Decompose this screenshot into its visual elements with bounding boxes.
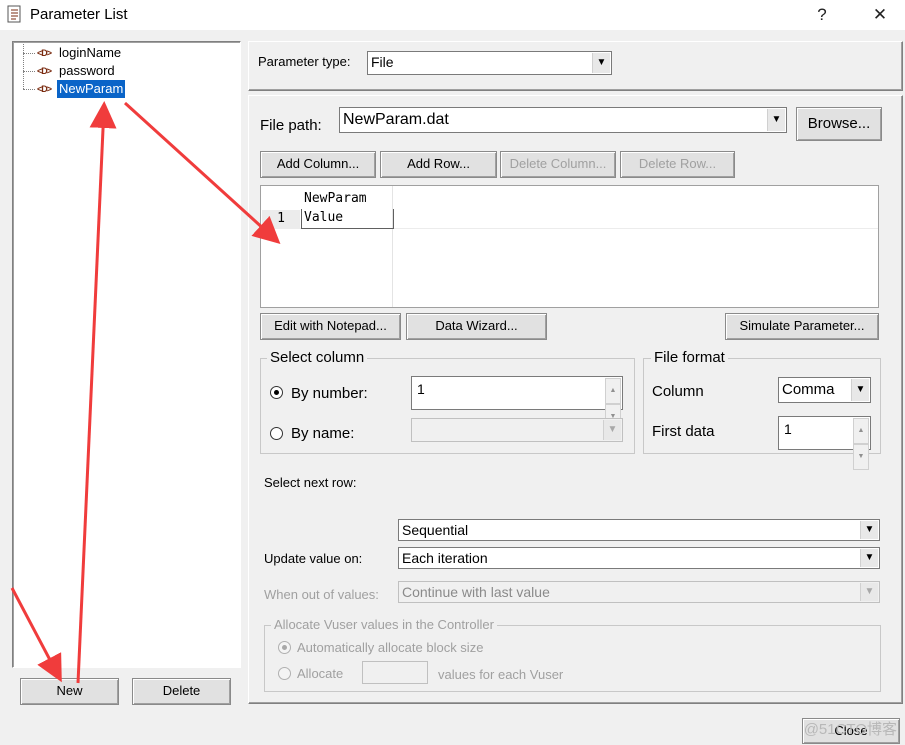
allocate-group-title: Allocate Vuser values in the Controller: [271, 617, 497, 632]
parameter-type-value: File: [371, 54, 394, 70]
spin-buttons[interactable]: ▲ ▼: [605, 378, 621, 430]
chevron-down-icon[interactable]: ▼: [603, 420, 621, 440]
delete-button[interactable]: Delete: [132, 678, 231, 705]
browse-button-label: Browse...: [807, 115, 871, 132]
parameter-icon: <D>: [37, 66, 52, 76]
add-column-button[interactable]: Add Column...: [260, 151, 376, 178]
out-of-values-select[interactable]: Continue with last value ▼: [398, 581, 880, 603]
select-column-title: Select column: [267, 349, 368, 366]
by-number-value: 1: [417, 381, 425, 397]
watermark: @51CTO博客: [803, 721, 897, 738]
new-button[interactable]: New: [20, 678, 119, 705]
simulate-parameter-button[interactable]: Simulate Parameter...: [725, 313, 879, 340]
tree-item-label: NewParam: [55, 79, 127, 99]
update-value-value: Each iteration: [402, 550, 488, 566]
tree-item-loginname[interactable]: <D> loginName: [17, 44, 217, 62]
parameter-type-label: Parameter type:: [258, 54, 351, 69]
tree-item-password[interactable]: <D> password: [17, 62, 217, 80]
spin-buttons[interactable]: ▲ ▼: [853, 418, 869, 470]
add-column-label: Add Column...: [276, 156, 360, 171]
by-name-radio[interactable]: [270, 427, 283, 440]
new-button-label: New: [56, 683, 83, 698]
out-of-values-value: Continue with last value: [402, 584, 550, 600]
window-title: Parameter List: [30, 6, 128, 23]
delete-column-label: Delete Column...: [509, 156, 607, 171]
grid-column-header: NewParam: [304, 191, 367, 206]
spin-down-icon[interactable]: ▼: [853, 444, 869, 470]
first-data-label: First data: [652, 423, 715, 440]
by-number-radio[interactable]: [270, 386, 283, 399]
by-number-label: By number:: [291, 385, 368, 402]
first-data-value: 1: [784, 421, 792, 437]
add-row-button[interactable]: Add Row...: [380, 151, 497, 178]
add-row-label: Add Row...: [407, 156, 470, 171]
chevron-down-icon[interactable]: ▼: [860, 521, 878, 539]
parameter-data-grid[interactable]: NewParam 1 Value: [260, 185, 879, 308]
delete-column-button[interactable]: Delete Column...: [500, 151, 616, 178]
help-button[interactable]: ?: [802, 3, 842, 27]
allocate-count-input[interactable]: [362, 661, 428, 684]
file-path-combo[interactable]: NewParam.dat ▼: [339, 107, 787, 133]
file-format-title: File format: [651, 349, 728, 366]
grid-cell[interactable]: Value: [301, 209, 394, 229]
select-next-row-value: Sequential: [402, 522, 469, 538]
by-name-select[interactable]: ▼: [411, 418, 623, 442]
chevron-down-icon[interactable]: ▼: [592, 53, 610, 73]
column-delimiter-select[interactable]: Comma ▼: [778, 377, 871, 403]
edit-notepad-label: Edit with Notepad...: [274, 318, 387, 333]
select-next-row-label: Select next row:: [264, 475, 357, 490]
auto-allocate-label: Automatically allocate block size: [297, 640, 484, 655]
auto-allocate-radio[interactable]: [278, 641, 291, 654]
manual-allocate-radio[interactable]: [278, 667, 291, 680]
parameter-type-select[interactable]: File ▼: [367, 51, 612, 75]
select-next-row-select[interactable]: Sequential ▼: [398, 519, 880, 541]
file-path-value: NewParam.dat: [343, 111, 449, 128]
spin-up-icon[interactable]: ▲: [605, 378, 621, 404]
data-wizard-button[interactable]: Data Wizard...: [406, 313, 547, 340]
by-name-label: By name:: [291, 425, 355, 442]
out-of-values-label: When out of values:: [264, 587, 379, 602]
manual-allocate-label: Allocate: [297, 666, 344, 681]
update-value-label: Update value on:: [264, 551, 363, 566]
document-list-icon: [7, 5, 21, 23]
grid-row-number: 1: [262, 210, 300, 228]
parameter-icon: <D>: [37, 48, 52, 58]
delete-row-label: Delete Row...: [638, 156, 717, 171]
simulate-label: Simulate Parameter...: [739, 318, 865, 333]
title-bar: [0, 0, 905, 30]
chevron-down-icon[interactable]: ▼: [860, 549, 878, 567]
allocate-suffix-label: values for each Vuser: [438, 667, 564, 682]
browse-button[interactable]: Browse...: [796, 107, 882, 141]
tree-item-label: loginName: [59, 45, 122, 60]
chevron-down-icon[interactable]: ▼: [860, 583, 878, 601]
parameter-icon: <D>: [37, 84, 52, 94]
update-value-select[interactable]: Each iteration ▼: [398, 547, 880, 569]
file-path-label: File path:: [260, 117, 322, 134]
tree-item-newparam[interactable]: <D> NewParam: [17, 79, 217, 99]
spin-up-icon[interactable]: ▲: [853, 418, 869, 444]
delete-button-label: Delete: [162, 683, 201, 698]
close-window-button[interactable]: ✕: [860, 3, 900, 27]
first-data-input[interactable]: 1 ▲ ▼: [778, 416, 871, 470]
parameter-tree[interactable]: <D> loginName <D> password <D> NewParam: [12, 41, 241, 668]
by-number-input[interactable]: 1 ▲ ▼: [411, 376, 623, 430]
chevron-down-icon[interactable]: ▼: [767, 109, 785, 131]
allocate-group: [264, 625, 881, 692]
delete-row-button[interactable]: Delete Row...: [620, 151, 735, 178]
column-delimiter-value: Comma: [782, 381, 835, 398]
data-wizard-label: Data Wizard...: [435, 318, 518, 333]
chevron-down-icon[interactable]: ▼: [851, 379, 869, 401]
edit-with-notepad-button[interactable]: Edit with Notepad...: [260, 313, 401, 340]
tree-item-label: password: [59, 63, 115, 78]
column-format-label: Column: [652, 383, 704, 400]
